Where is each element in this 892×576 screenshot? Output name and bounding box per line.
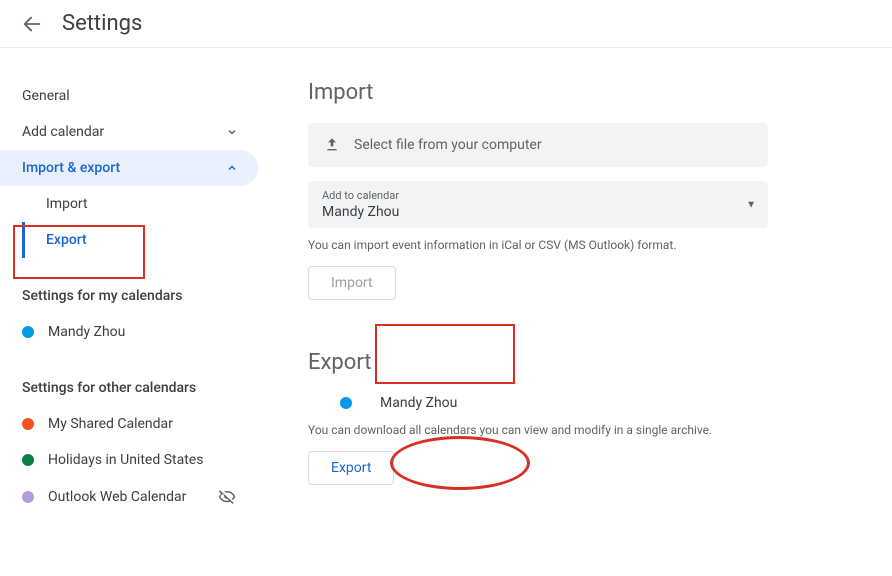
import-panel-title: Import xyxy=(308,80,768,105)
calendar-color-dot xyxy=(22,418,34,430)
header: Settings xyxy=(0,0,892,48)
add-to-calendar-dropdown[interactable]: Add to calendar Mandy Zhou ▼ xyxy=(308,181,768,228)
sidebar-calendar-item[interactable]: Outlook Web Calendar xyxy=(0,478,258,516)
export-help-text: You can download all calendars you can v… xyxy=(308,423,768,437)
calendar-color-dot xyxy=(22,491,34,503)
sidebar-item-label: General xyxy=(22,88,70,104)
main-panel: Import Select file from your computer Ad… xyxy=(258,68,818,526)
sidebar-item-general[interactable]: General xyxy=(0,78,258,114)
import-button[interactable]: Import xyxy=(308,266,396,300)
calendar-color-dot xyxy=(340,397,352,409)
sidebar-section-my-calendars: Settings for my calendars xyxy=(0,278,258,314)
upload-icon xyxy=(324,137,340,153)
select-file-button[interactable]: Select file from your computer xyxy=(308,123,768,167)
chevron-down-icon xyxy=(226,126,238,138)
import-help-text: You can import event information in iCal… xyxy=(308,238,768,252)
button-label: Import xyxy=(331,275,373,291)
button-label: Export xyxy=(331,460,371,476)
dropdown-value: Mandy Zhou xyxy=(322,204,754,220)
calendar-name: Outlook Web Calendar xyxy=(48,489,186,505)
calendar-name: Mandy Zhou xyxy=(48,324,125,340)
sidebar-calendar-item[interactable]: Holidays in United States xyxy=(0,442,258,478)
sidebar-sub-label: Export xyxy=(46,232,87,248)
sidebar-item-import-export[interactable]: Import & export xyxy=(0,150,258,186)
export-panel-title: Export xyxy=(308,350,768,375)
export-button[interactable]: Export xyxy=(308,451,394,485)
sidebar: General Add calendar Import & export Imp… xyxy=(0,68,258,526)
sidebar-calendar-item[interactable]: My Shared Calendar xyxy=(0,406,258,442)
arrow-left-icon xyxy=(21,13,43,35)
sidebar-sub-import[interactable]: Import xyxy=(22,186,258,222)
export-calendar-item: Mandy Zhou xyxy=(338,391,768,415)
chevron-up-icon xyxy=(226,162,238,174)
calendar-name: Holidays in United States xyxy=(48,452,203,468)
sidebar-item-label: Add calendar xyxy=(22,124,104,140)
sidebar-calendar-item[interactable]: Mandy Zhou xyxy=(0,314,258,350)
calendar-color-dot xyxy=(22,454,34,466)
sidebar-sub-import-export: Import Export xyxy=(0,186,258,258)
calendar-color-dot xyxy=(22,326,34,338)
sidebar-item-add-calendar[interactable]: Add calendar xyxy=(0,114,258,150)
sidebar-sub-export[interactable]: Export xyxy=(22,222,258,258)
dropdown-label: Add to calendar xyxy=(322,189,754,202)
dropdown-arrow-icon: ▼ xyxy=(746,199,756,210)
calendar-name: Mandy Zhou xyxy=(380,395,457,411)
visibility-off-icon xyxy=(218,488,236,506)
sidebar-item-label: Import & export xyxy=(22,160,120,176)
select-file-label: Select file from your computer xyxy=(354,137,542,153)
page-title: Settings xyxy=(62,11,142,36)
sidebar-sub-label: Import xyxy=(46,196,88,212)
calendar-name: My Shared Calendar xyxy=(48,416,173,432)
sidebar-section-other-calendars: Settings for other calendars xyxy=(0,370,258,406)
back-button[interactable] xyxy=(12,4,52,44)
